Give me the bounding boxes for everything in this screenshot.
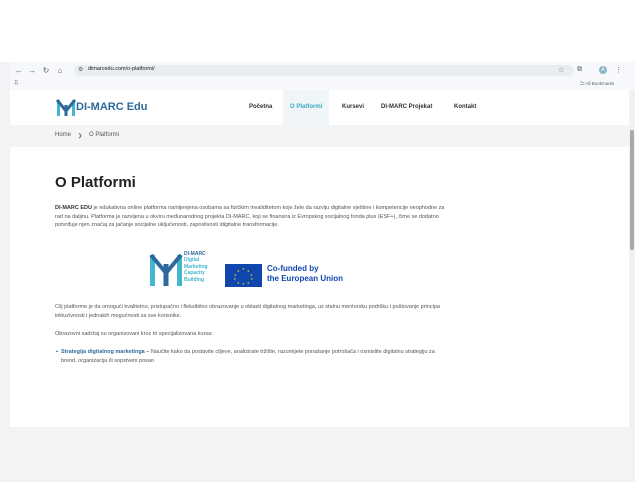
dimarc-line-3: Capacity: [184, 270, 205, 277]
eu-line-1: Co-funded by: [267, 264, 319, 273]
address-bar[interactable]: ⚙ dimarcedu.com/o-platformi/: [74, 65, 574, 76]
menu-kebab-icon[interactable]: ⋮: [615, 66, 622, 74]
bullet-dot: •: [56, 349, 58, 355]
courses-intro: Obrazovni sadržaj su organizovani kroz t…: [55, 331, 213, 337]
breadcrumb-separator-icon: ❯: [78, 133, 83, 139]
page-scrollbar[interactable]: [629, 90, 635, 427]
extensions-icon[interactable]: ⧉: [577, 66, 582, 74]
browser-toolbar: ← → ↻ ⌂ ⚙ dimarcedu.com/o-platformi/ ☆ ⧉…: [10, 62, 635, 91]
eu-flag-icon: ★ ★ ★ ★ ★ ★ ★ ★ ★ ★: [225, 264, 262, 287]
eu-line-2: the European Union: [267, 274, 343, 283]
all-bookmarks-button[interactable]: 🗀 All Bookmarks: [580, 80, 614, 88]
url-text: dimarcedu.com/o-platformi/: [88, 66, 155, 72]
browser-window: ← → ↻ ⌂ ⚙ dimarcedu.com/o-platformi/ ☆ ⧉…: [10, 62, 635, 427]
dimarc-line-4: Building: [184, 276, 204, 283]
dimarc-large-logo-icon: [149, 253, 183, 286]
site-info-icon[interactable]: ⚙: [78, 66, 83, 73]
intro-bold: DI-MARC EDU: [55, 205, 92, 211]
course-bullet: • Strategija digitalnog marketinga – Nau…: [56, 348, 450, 365]
forward-arrow-icon[interactable]: →: [27, 66, 37, 75]
breadcrumb: Home ❯ O Platformi: [10, 125, 629, 147]
intro-text: je edukativna online platforma namijenje…: [55, 205, 445, 228]
dimarc-logo-text: DI-MARC Digital Marketing Capacity Build…: [184, 251, 208, 283]
back-arrow-icon[interactable]: ←: [14, 66, 24, 75]
nav-kursevi[interactable]: Kursevi: [335, 90, 371, 125]
home-icon[interactable]: ⌂: [55, 66, 65, 75]
nav-pocetna[interactable]: Početna: [242, 90, 279, 125]
course-bullet-title: Strategija digitalnog marketinga –: [61, 349, 150, 355]
dimarc-logo-icon[interactable]: [56, 97, 76, 117]
page-title: O Platformi: [55, 174, 136, 191]
goal-paragraph: Cilj platforme je da omogući kvalitetno,…: [55, 304, 440, 319]
all-bookmarks-label: All Bookmarks: [585, 81, 615, 86]
eu-cofunded-text: Co-funded by the European Union: [267, 264, 343, 284]
apps-grid-icon[interactable]: ⠿: [14, 80, 18, 87]
profile-avatar[interactable]: A: [599, 66, 607, 74]
reload-icon[interactable]: ↻: [41, 66, 51, 75]
nav-kontakt[interactable]: Kontakt: [447, 90, 483, 125]
scrollbar-thumb[interactable]: [630, 130, 634, 250]
site-header: DI-MARC Edu Početna O Platformi Kursevi …: [10, 90, 629, 125]
top-margin: [0, 0, 635, 62]
bookmark-star-icon[interactable]: ☆: [558, 66, 564, 74]
logo-text[interactable]: DI-MARC Edu: [76, 101, 148, 113]
intro-paragraph: DI-MARC EDU je edukativna online platfor…: [55, 204, 450, 230]
breadcrumb-home[interactable]: Home: [55, 132, 71, 138]
nav-o-platformi[interactable]: O Platformi: [283, 90, 330, 125]
breadcrumb-current: O Platformi: [89, 132, 120, 138]
nav-di-marc-projekat[interactable]: DI-MARC Projekat: [374, 90, 439, 125]
